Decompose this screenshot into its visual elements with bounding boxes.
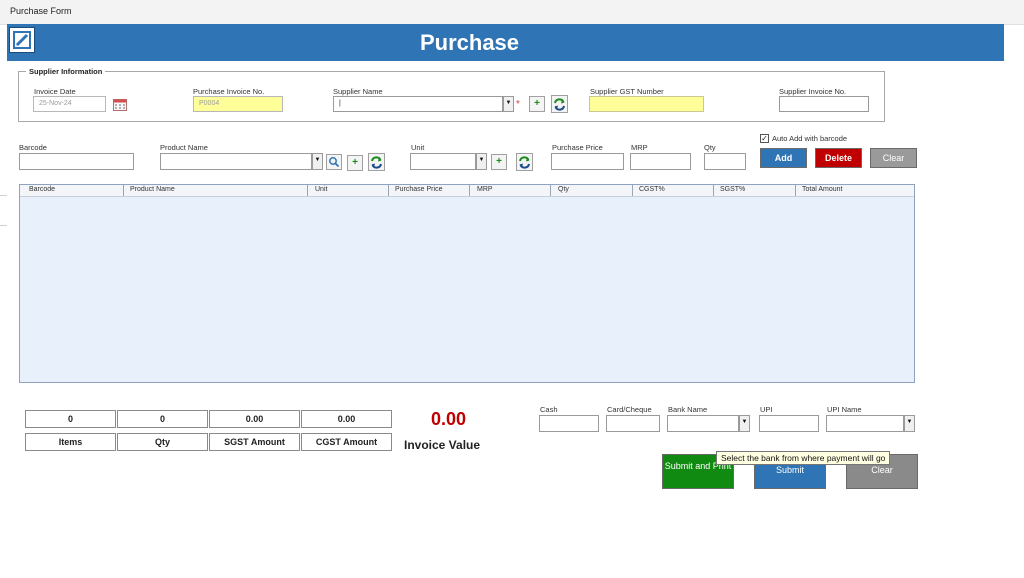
auto-add-checkbox[interactable]: ✓ [760,134,769,143]
sgst-amount-label: SGST Amount [209,433,300,451]
invoice-date-label: Invoice Date [34,87,76,96]
add-product-button[interactable]: + [347,155,363,171]
calendar-icon[interactable] [113,98,127,111]
invoice-date-field[interactable]: 25-Nov-24 [33,96,106,112]
bank-name-tooltip: Select the bank from where payment will … [716,451,891,465]
column-separator [388,185,389,196]
card-cheque-label: Card/Cheque [607,405,652,414]
column-header-product-name[interactable]: Product Name [130,186,175,193]
window-titlebar [0,0,1024,25]
bank-name-combo[interactable] [667,415,739,432]
supplier-gst-label: Supplier GST Number [590,87,664,96]
upi-field[interactable] [759,415,819,432]
column-separator [713,185,714,196]
bank-name-dropdown-button[interactable]: ▼ [739,415,750,432]
purchase-invoice-no-field[interactable]: P0004 [193,96,283,112]
search-product-button[interactable] [326,154,342,170]
refresh-supplier-button[interactable] [551,95,568,113]
column-header-unit[interactable]: Unit [315,186,327,193]
refresh-icon [519,156,530,169]
card-cheque-field[interactable] [606,415,660,432]
supplier-gst-field[interactable] [589,96,704,112]
sgst-amount-value: 0.00 [209,410,300,428]
qty-label: Qty [704,143,716,152]
add-button[interactable]: Add [760,148,807,168]
purchase-price-field[interactable] [551,153,624,170]
window-title: Purchase Form [10,6,72,16]
required-mark: * [516,99,520,110]
refresh-unit-button[interactable] [516,153,533,171]
column-header-sgst[interactable]: SGST% [720,186,745,193]
auto-add-label: Auto Add with barcode [772,134,848,143]
refresh-icon [554,98,565,111]
left-edge-divider [0,195,7,196]
bank-name-label: Bank Name [668,405,708,414]
items-count-value: 0 [25,410,116,428]
refresh-icon [371,156,382,169]
refresh-product-button[interactable] [368,153,385,171]
supplier-name-dropdown-button[interactable]: ▼ [503,96,514,112]
invoice-value-label: Invoice Value [404,438,481,452]
column-header-purchase-price[interactable]: Purchase Price [395,186,442,193]
plus-icon: + [352,157,358,168]
cgst-amount-value: 0.00 [301,410,392,428]
add-unit-button[interactable]: + [491,154,507,170]
column-header-cgst[interactable]: CGST% [639,186,665,193]
supplier-name-combo[interactable]: | [333,96,503,112]
column-separator [469,185,470,196]
product-name-combo[interactable] [160,153,312,170]
column-header-qty[interactable]: Qty [558,186,569,193]
upi-name-label: UPI Name [827,405,862,414]
supplier-info-legend: Supplier Information [26,67,106,76]
plus-icon: + [534,98,540,109]
invoice-value-amount: 0.00 [431,409,467,429]
column-separator [123,185,124,196]
cash-label: Cash [540,405,558,414]
page-title: Purchase [419,30,520,55]
qty-total-label: Qty [117,433,208,451]
left-edge-divider [0,225,7,226]
delete-button[interactable]: Delete [815,148,862,168]
items-label: Items [25,433,116,451]
column-separator [550,185,551,196]
supplier-invoice-no-field[interactable] [779,96,869,112]
purchase-invoice-no-label: Purchase Invoice No. [193,87,265,96]
column-header-total-amount[interactable]: Total Amount [802,186,842,193]
column-separator [307,185,308,196]
cash-field[interactable] [539,415,599,432]
unit-label: Unit [411,143,425,152]
column-separator [795,185,796,196]
purchase-price-label: Purchase Price [552,143,603,152]
unit-dropdown-button[interactable]: ▼ [476,153,487,170]
add-supplier-button[interactable]: + [529,96,545,112]
upi-label: UPI [760,405,773,414]
unit-combo[interactable] [410,153,476,170]
plus-icon: + [496,156,502,167]
cgst-amount-label: CGST Amount [301,433,392,451]
barcode-label: Barcode [19,143,47,152]
column-header-barcode[interactable]: Barcode [29,186,55,193]
column-header-mrp[interactable]: MRP [477,186,493,193]
barcode-field[interactable] [19,153,134,170]
supplier-name-label: Supplier Name [333,87,383,96]
mrp-field[interactable] [630,153,691,170]
purchase-items-grid[interactable] [19,184,915,383]
column-separator [632,185,633,196]
qty-field[interactable] [704,153,746,170]
product-name-label: Product Name [160,143,208,152]
upi-name-combo[interactable] [826,415,904,432]
mrp-label: MRP [631,143,648,152]
upi-name-dropdown-button[interactable]: ▼ [904,415,915,432]
supplier-invoice-no-label: Supplier Invoice No. [779,87,847,96]
qty-total-value: 0 [117,410,208,428]
product-name-dropdown-button[interactable]: ▼ [312,153,323,170]
clear-entry-button[interactable]: Clear [870,148,917,168]
search-icon [329,157,340,168]
